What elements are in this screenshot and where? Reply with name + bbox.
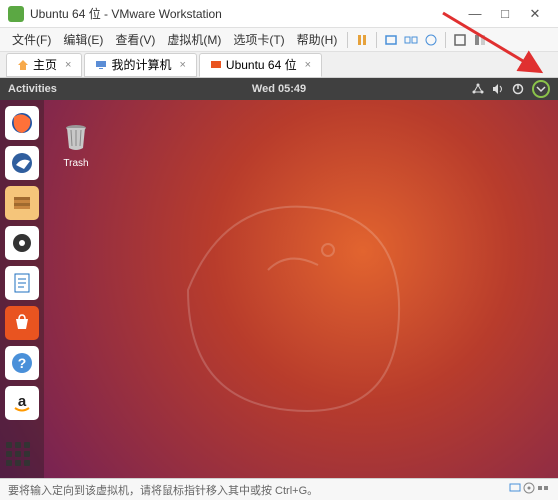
snapshot-icon[interactable] xyxy=(384,33,398,47)
status-hint: 要将输入定向到该虚拟机，请将鼠标指针移入其中或按 Ctrl+G。 xyxy=(8,482,318,498)
tab-home[interactable]: 主页 × xyxy=(6,53,82,77)
tab-computer[interactable]: 我的计算机 × xyxy=(84,53,196,77)
dock-software[interactable] xyxy=(5,306,39,340)
trash-label: Trash xyxy=(54,158,98,169)
dock-help[interactable]: ? xyxy=(5,346,39,380)
trash-icon xyxy=(54,114,98,158)
wallpaper-bird-icon xyxy=(148,170,428,430)
tab-computer-label: 我的计算机 xyxy=(111,56,171,73)
computer-icon xyxy=(95,59,107,71)
home-icon xyxy=(17,59,29,71)
dock-files[interactable] xyxy=(5,186,39,220)
power-icon[interactable] xyxy=(511,82,525,96)
volume-icon[interactable] xyxy=(491,82,505,96)
snapshot-revert-icon[interactable] xyxy=(424,33,438,47)
pause-icon[interactable] xyxy=(355,33,369,47)
minimize-button[interactable]: — xyxy=(460,6,490,21)
dock-rhythmbox[interactable] xyxy=(5,226,39,260)
snapshot-manager-icon[interactable] xyxy=(404,33,418,47)
toolbar-separator xyxy=(445,32,446,48)
show-applications-button[interactable] xyxy=(6,442,36,472)
tab-home-label: 主页 xyxy=(33,56,57,73)
vm-screen[interactable]: Activities Wed 05:49 ? a xyxy=(0,78,558,478)
ubuntu-icon xyxy=(210,59,222,71)
tab-close-icon[interactable]: × xyxy=(65,59,71,71)
gnome-topbar: Activities Wed 05:49 xyxy=(0,78,558,100)
menu-view[interactable]: 查看(V) xyxy=(109,29,161,50)
tab-close-icon[interactable]: × xyxy=(305,59,311,71)
clock-label[interactable]: Wed 05:49 xyxy=(252,83,306,95)
tab-close-icon[interactable]: × xyxy=(179,59,185,71)
window-title: Ubuntu 64 位 - VMware Workstation xyxy=(30,5,460,22)
menu-tabs[interactable]: 选项卡(T) xyxy=(227,29,290,50)
titlebar: Ubuntu 64 位 - VMware Workstation — □ ✕ xyxy=(0,0,558,28)
menubar: 文件(F) 编辑(E) 查看(V) 虚拟机(M) 选项卡(T) 帮助(H) xyxy=(0,28,558,52)
toolbar-separator xyxy=(347,32,348,48)
menu-vm[interactable]: 虚拟机(M) xyxy=(161,29,227,50)
unity-icon[interactable] xyxy=(473,33,487,47)
tab-ubuntu-label: Ubuntu 64 位 xyxy=(226,56,297,73)
menu-help[interactable]: 帮助(H) xyxy=(291,29,344,50)
chevron-down-icon xyxy=(536,84,546,94)
dock-thunderbird[interactable] xyxy=(5,146,39,180)
tabbar: 主页 × 我的计算机 × Ubuntu 64 位 × xyxy=(0,52,558,78)
toolbar-separator xyxy=(376,32,377,48)
dock-amazon[interactable]: a xyxy=(5,386,39,420)
status-device-icon[interactable] xyxy=(508,481,522,498)
gnome-desktop[interactable]: ? a Trash xyxy=(0,100,558,478)
menu-file[interactable]: 文件(F) xyxy=(6,29,57,50)
svg-text:a: a xyxy=(18,393,27,410)
vmware-app-icon xyxy=(8,6,24,22)
desktop-trash[interactable]: Trash xyxy=(54,114,98,169)
network-icon[interactable] xyxy=(471,82,485,96)
svg-text:?: ? xyxy=(18,355,27,371)
system-menu-toggle[interactable] xyxy=(532,80,550,98)
gnome-dock: ? a xyxy=(0,100,44,478)
activities-button[interactable]: Activities xyxy=(8,83,57,95)
maximize-button[interactable]: □ xyxy=(490,6,520,21)
dock-writer[interactable] xyxy=(5,266,39,300)
fullscreen-icon[interactable] xyxy=(453,33,467,47)
menu-edit[interactable]: 编辑(E) xyxy=(57,29,109,50)
statusbar: 要将输入定向到该虚拟机，请将鼠标指针移入其中或按 Ctrl+G。 xyxy=(0,478,558,500)
status-cd-icon[interactable] xyxy=(522,481,536,498)
dock-firefox[interactable] xyxy=(5,106,39,140)
status-network-icon[interactable] xyxy=(536,481,550,498)
close-button[interactable]: ✕ xyxy=(520,6,550,22)
tab-ubuntu[interactable]: Ubuntu 64 位 × xyxy=(199,53,322,77)
